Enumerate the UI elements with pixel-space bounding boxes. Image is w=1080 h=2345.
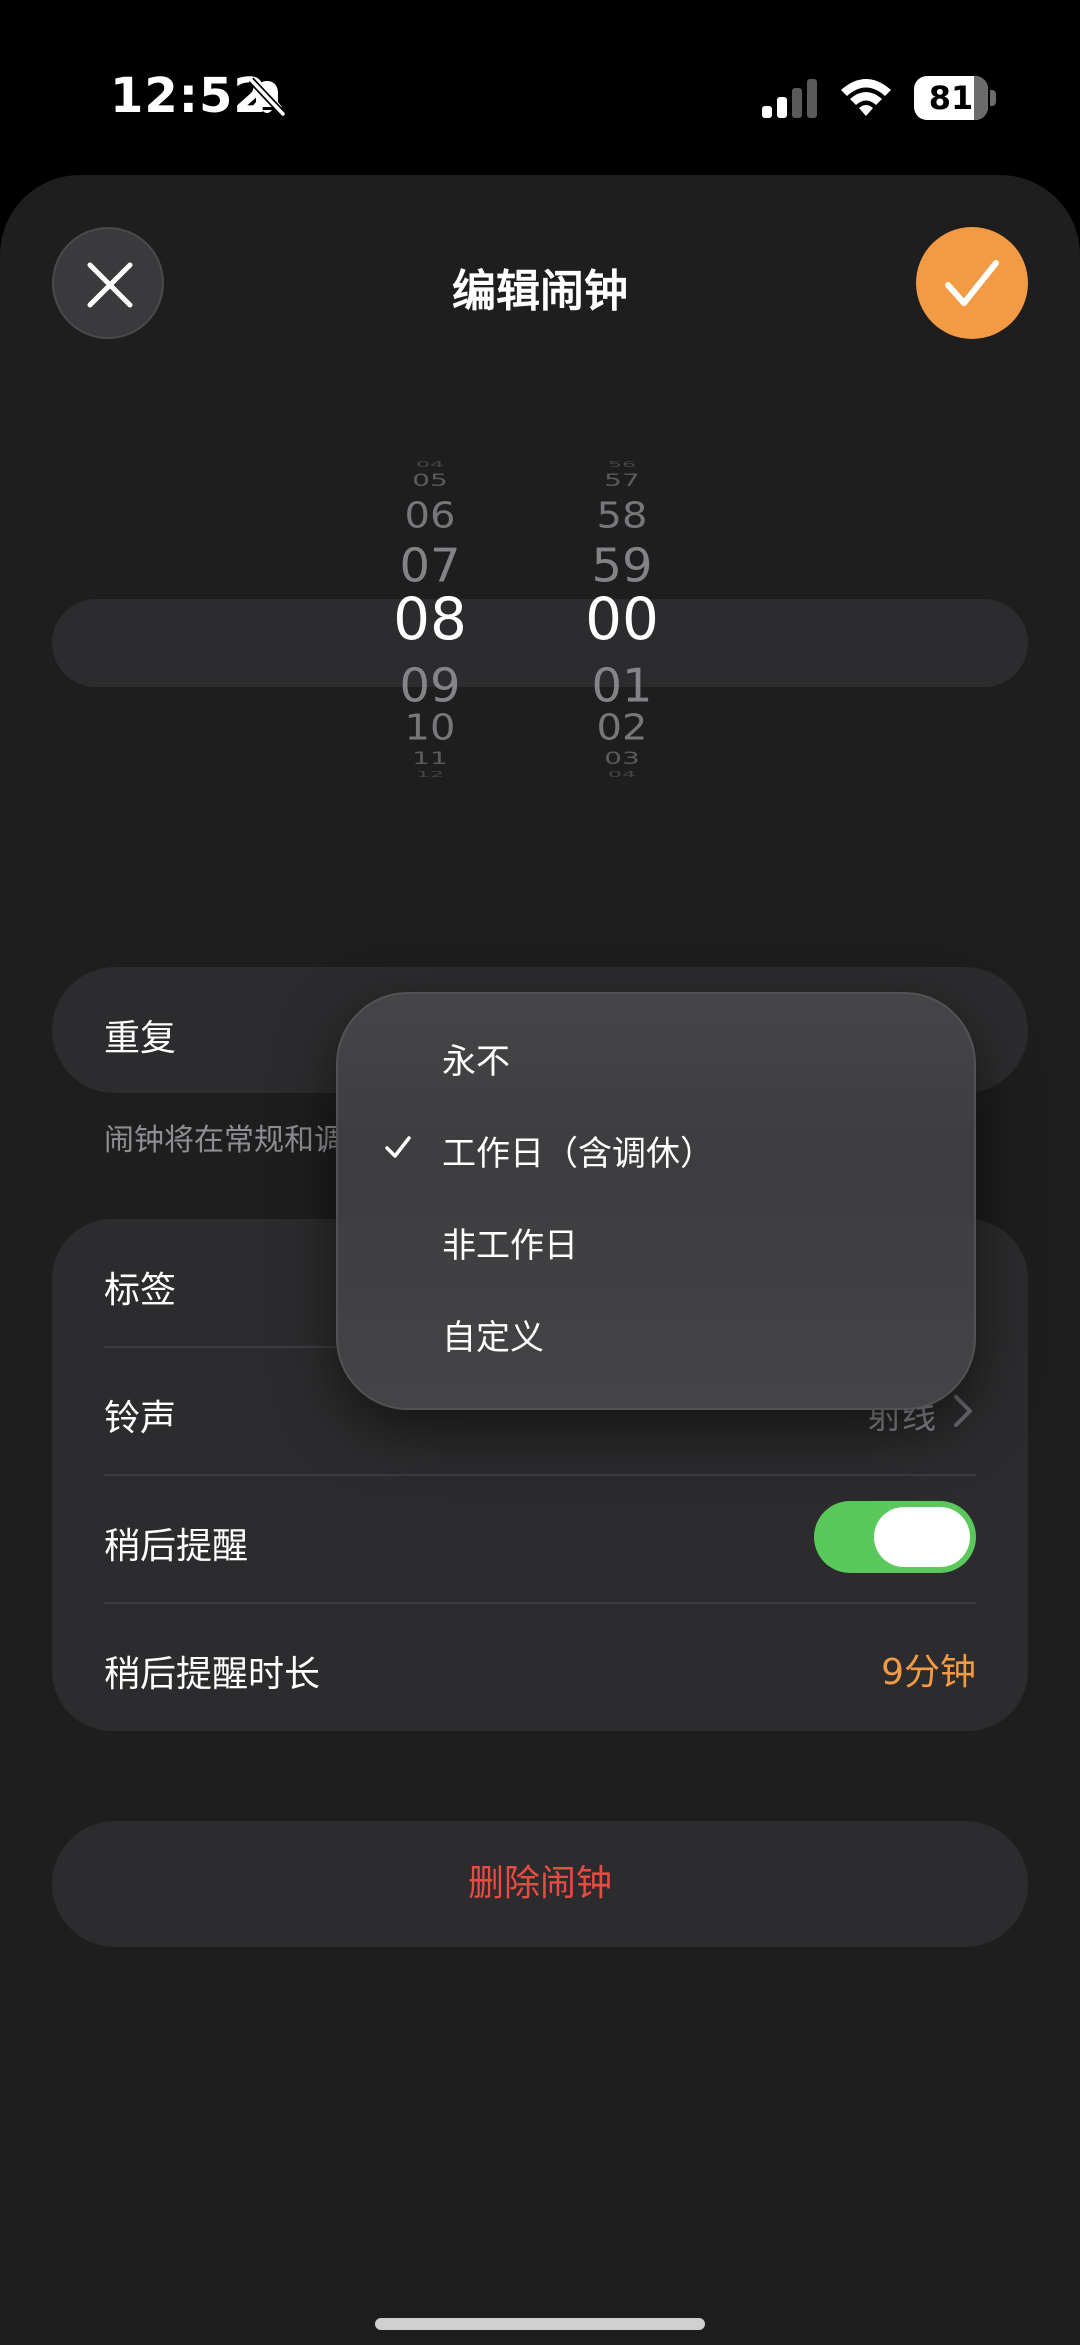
- page-title: 编辑闹钟: [452, 266, 628, 317]
- minute-option[interactable]: 56: [542, 460, 702, 469]
- hour-option[interactable]: 12: [350, 770, 510, 779]
- repeat-footnote: 闹钟将在常规和调: [104, 1123, 344, 1158]
- close-icon: [87, 262, 133, 308]
- chevron-right-icon: [954, 1395, 972, 1427]
- minute-selected[interactable]: 00: [542, 585, 702, 653]
- checkmark-icon: [945, 260, 999, 306]
- minute-picker[interactable]: 56 57 58 59 00 01 02 03 04: [542, 410, 702, 870]
- repeat-label: 重复: [104, 1018, 177, 1059]
- home-indicator[interactable]: [375, 2318, 705, 2330]
- snooze-toggle[interactable]: [814, 1501, 976, 1573]
- minute-option[interactable]: 01: [542, 659, 702, 713]
- repeat-option-label: 自定义: [442, 1318, 544, 1358]
- close-button[interactable]: [52, 227, 164, 339]
- checkmark-icon: [385, 1136, 411, 1158]
- wifi-icon: [841, 79, 891, 116]
- snooze-duration-row[interactable]: 稍后提醒时长 9分钟: [52, 1603, 1028, 1731]
- edit-alarm-sheet: 编辑闹钟 04 05 06 07 08 09 10 11 12 56 57 58 59 00 01 02 03…: [0, 175, 1080, 2345]
- repeat-option[interactable]: 永不: [338, 1010, 978, 1102]
- hour-option[interactable]: 10: [350, 708, 510, 748]
- repeat-option-label: 永不: [442, 1042, 510, 1082]
- repeat-option[interactable]: 自定义: [338, 1286, 978, 1378]
- repeat-option-label: 非工作日: [442, 1226, 578, 1266]
- hour-selected[interactable]: 08: [350, 585, 510, 653]
- picker-selection-band: [52, 599, 1028, 687]
- minute-option[interactable]: 58: [542, 496, 702, 536]
- minute-option[interactable]: 02: [542, 708, 702, 748]
- repeat-options-menu: 永不工作日（含调休） 非工作日自定义: [336, 992, 976, 1410]
- hour-option[interactable]: 04: [350, 460, 510, 469]
- minute-option[interactable]: 57: [542, 471, 702, 491]
- toggle-knob: [874, 1507, 970, 1567]
- minute-option[interactable]: 03: [542, 749, 702, 769]
- minute-option[interactable]: 04: [542, 770, 702, 779]
- screen: 12:52 81 编辑闹钟 04 05 06 07 08 09 10 11 12…: [0, 0, 1080, 2345]
- delete-alarm-button[interactable]: 删除闹钟: [52, 1821, 1028, 1947]
- repeat-option[interactable]: 工作日（含调休）: [338, 1102, 978, 1194]
- repeat-option[interactable]: 非工作日: [338, 1194, 978, 1286]
- battery-level: 81: [928, 79, 974, 117]
- battery-indicator: 81: [914, 76, 996, 120]
- snooze-duration-label: 稍后提醒时长: [104, 1654, 321, 1695]
- hour-option[interactable]: 05: [350, 471, 510, 491]
- hour-option[interactable]: 11: [350, 749, 510, 769]
- status-time: 12:52: [110, 68, 268, 124]
- snooze-label: 稍后提醒: [104, 1526, 249, 1567]
- hour-option[interactable]: 09: [350, 659, 510, 713]
- bell-slash-icon: [248, 77, 286, 117]
- hour-picker[interactable]: 04 05 06 07 08 09 10 11 12: [350, 410, 510, 870]
- snooze-duration-value: 9分钟: [881, 1652, 976, 1693]
- status-bar: 12:52 81: [0, 0, 1080, 175]
- label-row-label: 标签: [104, 1270, 177, 1311]
- confirm-button[interactable]: [916, 227, 1028, 339]
- repeat-option-label: 工作日（含调休）: [442, 1134, 714, 1174]
- cellular-signal-icon: [762, 79, 817, 118]
- hour-option[interactable]: 06: [350, 496, 510, 536]
- ringtone-label: 铃声: [104, 1398, 177, 1439]
- snooze-row: 稍后提醒: [52, 1475, 1028, 1603]
